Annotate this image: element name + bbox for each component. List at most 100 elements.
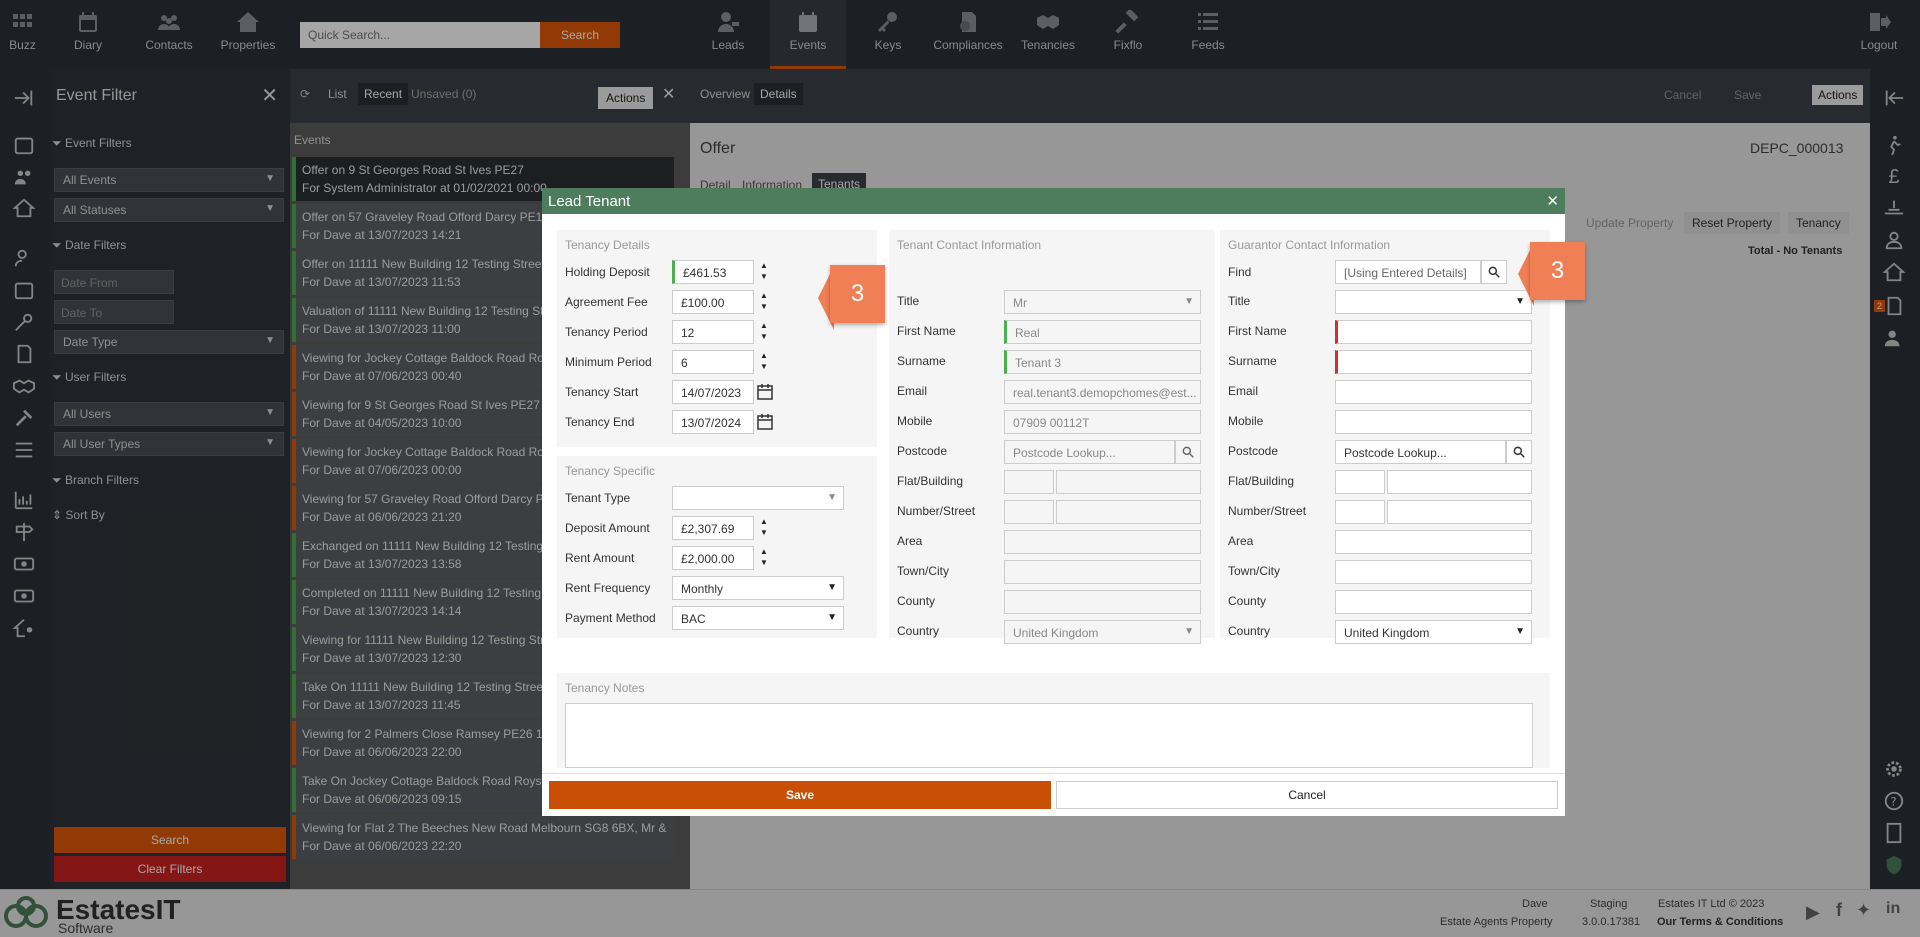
tenancy-start-label: Tenancy Start xyxy=(565,385,639,399)
rent-frequency-label: Rent Frequency xyxy=(565,581,651,595)
find-input[interactable]: [Using Entered Details] xyxy=(1335,260,1481,284)
calendar-icon[interactable] xyxy=(755,411,775,433)
spinner-icon[interactable]: ▲ ▼ xyxy=(754,516,774,540)
dropdown-arrow-icon: ▼ xyxy=(827,612,837,623)
spinner-icon[interactable]: ▲ ▼ xyxy=(754,350,774,374)
surname-input[interactable]: Tenant 3 xyxy=(1004,350,1201,374)
rent-amount-label: Rent Amount xyxy=(565,551,635,565)
mobile-input[interactable] xyxy=(1335,410,1532,434)
number-street-label: Number/Street xyxy=(897,504,976,518)
area-label: Area xyxy=(1228,534,1254,548)
title-select[interactable]: ▼ xyxy=(1335,290,1532,314)
email-label: Email xyxy=(1228,384,1259,398)
country-label: Country xyxy=(897,624,940,638)
select-value: United Kingdom xyxy=(1344,626,1430,640)
flat-building-label: Flat/Building xyxy=(897,474,964,488)
country-select[interactable]: United Kingdom ▼ xyxy=(1335,620,1532,644)
dropdown-arrow-icon: ▼ xyxy=(1515,626,1525,637)
tenant-type-select[interactable]: ▼ xyxy=(672,486,844,510)
street-input[interactable] xyxy=(1387,500,1532,524)
area-label: Area xyxy=(897,534,923,548)
select-value: United Kingdom xyxy=(1013,626,1099,640)
spinner-icon[interactable]: ▲ ▼ xyxy=(754,260,774,284)
callout-badge: 3 xyxy=(1530,242,1585,300)
surname-label: Surname xyxy=(897,354,946,368)
email-input[interactable] xyxy=(1335,380,1532,404)
deposit-amount-input[interactable]: £2,307.69 xyxy=(672,516,754,540)
county-label: County xyxy=(1228,594,1267,608)
tenancy-period-input[interactable]: 12 xyxy=(672,320,754,344)
building-input[interactable] xyxy=(1056,470,1201,494)
county-input[interactable] xyxy=(1335,590,1532,614)
spinner-icon[interactable]: ▲ ▼ xyxy=(754,320,774,344)
search-icon[interactable] xyxy=(1481,260,1507,284)
tenancy-end-input[interactable]: 13/07/2024 xyxy=(672,410,754,434)
tenancy-details-section: Tenancy Details Holding Deposit £461.53 … xyxy=(557,230,877,447)
holding-deposit-label: Holding Deposit xyxy=(565,265,650,279)
tenancy-period-label: Tenancy Period xyxy=(565,325,648,339)
search-icon[interactable] xyxy=(1506,440,1532,464)
close-icon[interactable]: ✕ xyxy=(1546,192,1559,210)
dropdown-arrow-icon: ▼ xyxy=(827,492,837,503)
postcode-lookup-input[interactable]: Postcode Lookup... xyxy=(1004,440,1175,464)
mobile-input[interactable]: 07909 00112T xyxy=(1004,410,1201,434)
minimum-period-input[interactable]: 6 xyxy=(672,350,754,374)
mobile-label: Mobile xyxy=(1228,414,1264,428)
holding-deposit-input[interactable]: £461.53 xyxy=(672,260,754,284)
guarantor-contact-section: Guarantor Contact Information Find [Usin… xyxy=(1220,230,1550,644)
select-value: Mr xyxy=(1013,296,1027,310)
street-input[interactable] xyxy=(1056,500,1201,524)
mobile-label: Mobile xyxy=(897,414,933,428)
rent-amount-input[interactable]: £2,000.00 xyxy=(672,546,754,570)
tenant-contact-section: Tenant Contact Information Title Mr ▼ Fir… xyxy=(889,230,1215,644)
save-button[interactable]: Save xyxy=(549,781,1051,809)
first-name-label: First Name xyxy=(897,324,956,338)
spinner-icon[interactable]: ▲ ▼ xyxy=(754,546,774,570)
section-title: Tenant Contact Information xyxy=(897,238,1042,252)
section-title: Tenancy Specific xyxy=(565,464,656,478)
find-label: Find xyxy=(1228,265,1252,279)
callout-badge: 3 xyxy=(830,265,885,323)
postcode-lookup-input[interactable]: Postcode Lookup... xyxy=(1335,440,1506,464)
search-icon[interactable] xyxy=(1175,440,1201,464)
tenancy-start-input[interactable]: 14/07/2023 xyxy=(672,380,754,404)
spinner-icon[interactable]: ▲ ▼ xyxy=(754,290,774,314)
town-city-label: Town/City xyxy=(1228,564,1281,578)
country-select[interactable]: United Kingdom ▼ xyxy=(1004,620,1201,644)
tenancy-specific-section: Tenancy Specific Tenant Type ▼ Deposit A… xyxy=(557,456,877,638)
cancel-button[interactable]: Cancel xyxy=(1056,781,1558,809)
rent-frequency-select[interactable]: Monthly ▼ xyxy=(672,576,844,600)
area-input[interactable] xyxy=(1004,530,1201,554)
dropdown-arrow-icon: ▼ xyxy=(827,582,837,593)
modal-title: Lead Tenant xyxy=(548,193,631,210)
flat-input[interactable] xyxy=(1004,470,1054,494)
number-input[interactable] xyxy=(1335,500,1385,524)
county-input[interactable] xyxy=(1004,590,1201,614)
payment-method-select[interactable]: BAC ▼ xyxy=(672,606,844,630)
area-input[interactable] xyxy=(1335,530,1532,554)
surname-input[interactable] xyxy=(1335,350,1532,374)
town-city-input[interactable] xyxy=(1004,560,1201,584)
agreement-fee-input[interactable]: £100.00 xyxy=(672,290,754,314)
dropdown-arrow-icon: ▼ xyxy=(1184,296,1194,307)
lead-tenant-modal: Lead Tenant ✕ Tenancy Details Holding De… xyxy=(542,188,1565,816)
building-input[interactable] xyxy=(1387,470,1532,494)
section-title: Guarantor Contact Information xyxy=(1228,238,1391,252)
first-name-label: First Name xyxy=(1228,324,1287,338)
town-city-input[interactable] xyxy=(1335,560,1532,584)
first-name-input[interactable]: Real xyxy=(1004,320,1201,344)
tenancy-notes-section: Tenancy Notes xyxy=(557,673,1550,768)
surname-label: Surname xyxy=(1228,354,1277,368)
town-city-label: Town/City xyxy=(897,564,950,578)
title-label: Title xyxy=(1228,294,1251,308)
number-input[interactable] xyxy=(1004,500,1054,524)
number-street-label: Number/Street xyxy=(1228,504,1307,518)
title-select[interactable]: Mr ▼ xyxy=(1004,290,1201,314)
calendar-icon[interactable] xyxy=(755,381,775,403)
flat-input[interactable] xyxy=(1335,470,1385,494)
tenancy-notes-textarea[interactable] xyxy=(565,703,1533,768)
email-input[interactable]: real.tenant3.demopchomes@est... xyxy=(1004,380,1201,404)
first-name-input[interactable] xyxy=(1335,320,1532,344)
postcode-label: Postcode xyxy=(897,444,948,458)
payment-method-label: Payment Method xyxy=(565,611,656,625)
